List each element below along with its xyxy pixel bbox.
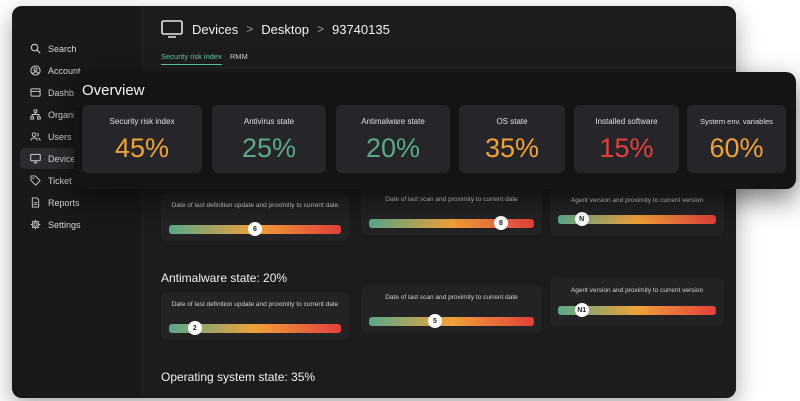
score-value: 25% [241, 133, 297, 163]
sidebar-item-settings[interactable]: Settings [20, 214, 136, 235]
score-label: OS state [496, 117, 528, 126]
sidebar-item-label: Users [48, 131, 72, 142]
main-content: Devices > Desktop > 93740135 Security ri… [143, 6, 736, 398]
sidebar-item-label: Ticket [48, 175, 72, 186]
sidebar: Search Account Dashbo Organi Users Devic… [12, 6, 143, 398]
overview-panel: Overview Security risk index 45% Antivir… [74, 72, 796, 189]
score-card-system-env-variables[interactable]: System env. variables 60% [687, 105, 786, 173]
score-card-security-risk-index[interactable]: Security risk index 45% [82, 105, 202, 173]
monitor-icon [161, 20, 183, 38]
metric-label: Date of last definition update and proxi… [171, 301, 339, 308]
tab-divider [161, 67, 736, 68]
metric-card: Date of last definition update and proxi… [161, 193, 349, 241]
monitor-icon [30, 153, 41, 164]
proximity-marker: 2 [187, 321, 202, 335]
sidebar-item-label: Account [48, 65, 81, 76]
chevron-right-icon: > [246, 22, 254, 36]
proximity-bar: 8 [369, 216, 534, 230]
score-value: 15% [599, 133, 654, 163]
proximity-marker: N [574, 212, 589, 226]
proximity-marker: 6 [248, 222, 262, 236]
proximity-marker: N1 [574, 303, 589, 317]
tab-bar: Security risk index RMM [161, 52, 248, 65]
sidebar-item-label: Organi [48, 109, 76, 120]
tag-icon [30, 175, 41, 186]
score-value: 60% [709, 133, 764, 163]
score-label: Antimalware state [361, 117, 425, 126]
metric-card: Agent version and proximity to current v… [550, 278, 724, 326]
sidebar-item-label: Search [48, 43, 77, 54]
proximity-bar: 2 [169, 321, 341, 335]
user-circle-icon [30, 65, 41, 76]
sidebar-item-reports[interactable]: Reports [20, 192, 136, 213]
score-card-antivirus-state[interactable]: Antivirus state 25% [212, 105, 326, 173]
proximity-bar: N1 [558, 303, 716, 317]
breadcrumb-devices[interactable]: Devices [192, 22, 238, 37]
users-icon [30, 132, 41, 141]
metric-card: Date of last scan and proximity to curre… [361, 187, 542, 235]
breadcrumb-device-id: 93740135 [331, 21, 390, 37]
dashboard-icon [30, 88, 41, 97]
metric-label: Date of last scan and proximity to curre… [385, 196, 518, 203]
metric-label: Date of last definition update and proxi… [171, 202, 339, 209]
proximity-bar: 6 [169, 222, 341, 236]
score-label: System env. variables [700, 117, 773, 126]
section-title: Operating system state: 35% [161, 370, 316, 384]
document-icon [31, 197, 40, 208]
score-value: 35% [484, 133, 540, 163]
proximity-bar: N [558, 212, 716, 226]
organization-icon [30, 109, 41, 120]
app-window: Search Account Dashbo Organi Users Devic… [12, 6, 736, 398]
score-label: Antivirus state [243, 117, 295, 126]
score-label: Installed software [595, 117, 658, 126]
sidebar-item-label: Device [48, 153, 76, 164]
score-value: 20% [365, 133, 421, 163]
metric-label: Agent version and proximity to current v… [570, 287, 704, 294]
section-title: Antimalware state: 20% [161, 271, 288, 285]
score-card-installed-software[interactable]: Installed software 15% [574, 105, 679, 173]
chevron-right-icon: > [316, 22, 324, 36]
metric-card: Date of last scan and proximity to curre… [361, 285, 542, 333]
gear-icon [30, 219, 41, 230]
proximity-bar: 5 [369, 314, 534, 328]
breadcrumb: Devices > Desktop > 93740135 [161, 20, 390, 38]
proximity-marker: 5 [428, 314, 442, 328]
tab-security-risk-index[interactable]: Security risk index [161, 52, 222, 65]
proximity-marker: 8 [494, 216, 508, 230]
search-icon [30, 43, 41, 54]
score-card-os-state[interactable]: OS state 35% [459, 105, 565, 173]
metric-card: Date of last definition update and proxi… [161, 292, 349, 340]
breadcrumb-desktop[interactable]: Desktop [261, 22, 309, 37]
metric-label: Agent version and proximity to current v… [570, 197, 704, 204]
score-card-antimalware-state[interactable]: Antimalware state 20% [336, 105, 450, 173]
tab-rmm[interactable]: RMM [230, 52, 248, 65]
metric-card: Agent version and proximity to current v… [550, 188, 724, 236]
sidebar-item-search[interactable]: Search [20, 38, 136, 59]
sidebar-item-label: Settings [48, 219, 81, 230]
sidebar-item-label: Reports [48, 197, 80, 208]
overview-title: Overview [82, 82, 145, 99]
score-value: 45% [114, 133, 170, 163]
metric-label: Date of last scan and proximity to curre… [385, 294, 518, 301]
score-label: Security risk index [109, 117, 175, 126]
